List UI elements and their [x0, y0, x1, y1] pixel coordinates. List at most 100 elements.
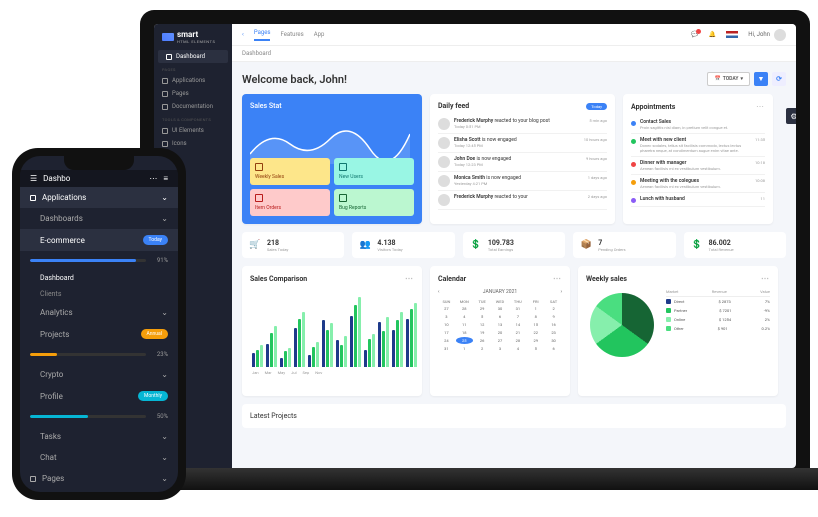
- calendar-day[interactable]: 12: [474, 321, 491, 328]
- sidebar-item[interactable]: Applications: [154, 74, 232, 87]
- sidebar-item[interactable]: UI Elements: [154, 124, 232, 137]
- calendar-day[interactable]: 18: [456, 329, 473, 336]
- calendar-day[interactable]: 28: [456, 305, 473, 312]
- mobile-nav-item[interactable]: Dashboards⌄: [20, 208, 178, 229]
- user-menu[interactable]: Hi, John: [748, 29, 786, 41]
- tab-features[interactable]: Features: [280, 31, 303, 38]
- calendar-day[interactable]: 27: [492, 337, 509, 344]
- calendar-day[interactable]: 6: [545, 345, 562, 352]
- chat-icon[interactable]: 💬: [691, 31, 698, 38]
- calendar-day[interactable]: 4: [456, 313, 473, 320]
- filter-button[interactable]: ▼: [754, 72, 768, 86]
- mobile-nav-subitem[interactable]: Clients: [20, 286, 178, 302]
- calendar-day[interactable]: 15: [527, 321, 544, 328]
- feed-item[interactable]: Monica Smith is now engagedYesterday 4:2…: [438, 172, 607, 191]
- appointment-item[interactable]: Dinner with managerAenean facilisis mi e…: [631, 157, 765, 175]
- appointment-item[interactable]: Contact SalesProin sagittis nisl diam, i…: [631, 116, 765, 134]
- calendar-day[interactable]: 14: [509, 321, 526, 328]
- mobile-nav-item[interactable]: Analytics⌄: [20, 302, 178, 323]
- appointment-item[interactable]: Lunch with husband11: [631, 193, 765, 207]
- calendar-day[interactable]: 4: [509, 345, 526, 352]
- calendar-day[interactable]: 26: [474, 337, 491, 344]
- calendar-day[interactable]: 29: [527, 337, 544, 344]
- mobile-nav-item[interactable]: Applications⌄: [20, 187, 178, 208]
- tab-pages[interactable]: Pages: [254, 29, 271, 41]
- calendar-day[interactable]: 2: [474, 345, 491, 352]
- appointment-item[interactable]: Meet with new clientDonec sodales, tellu…: [631, 134, 765, 157]
- phone-notch: [64, 156, 134, 170]
- mobile-nav-item[interactable]: ProfileMonthly: [20, 385, 178, 407]
- mobile-nav-item[interactable]: Crypto⌄: [20, 364, 178, 385]
- calendar-day[interactable]: 28: [509, 337, 526, 344]
- stat-tile[interactable]: Bug Reports: [334, 189, 414, 216]
- calendar-day[interactable]: 9: [545, 313, 562, 320]
- calendar-day[interactable]: 29: [474, 305, 491, 312]
- mobile-nav-subitem[interactable]: Dashboard: [20, 270, 178, 286]
- sidebar-item[interactable]: Pages: [154, 87, 232, 100]
- calendar-day[interactable]: 19: [474, 329, 491, 336]
- menu-toggle-icon[interactable]: ‹: [242, 31, 244, 38]
- kpi-icon: 📦: [579, 238, 593, 252]
- calendar-day[interactable]: 17: [438, 329, 455, 336]
- mobile-nav-item[interactable]: DocumentationYearly: [20, 489, 178, 492]
- calendar-day[interactable]: 31: [438, 345, 455, 352]
- calendar-day[interactable]: 27: [438, 305, 455, 312]
- calendar-day[interactable]: 7: [509, 313, 526, 320]
- calendar-day[interactable]: 20: [492, 329, 509, 336]
- mobile-nav-item[interactable]: Pages⌄: [20, 468, 178, 489]
- calendar-day[interactable]: 6: [492, 313, 509, 320]
- brand-logo[interactable]: smart HTML ELEMENTS: [154, 30, 232, 50]
- calendar-day[interactable]: 31: [509, 305, 526, 312]
- calendar-day[interactable]: 10: [438, 321, 455, 328]
- cal-next-icon[interactable]: ›: [560, 289, 562, 295]
- flag-icon[interactable]: [726, 31, 738, 38]
- menu-icon[interactable]: ☰: [30, 174, 37, 183]
- appointment-item[interactable]: Meeting with the coleguesAenean facilisi…: [631, 175, 765, 193]
- mobile-nav-item[interactable]: Tasks⌄: [20, 426, 178, 447]
- card-menu-icon[interactable]: ⋯: [405, 274, 414, 283]
- tile-icon: [255, 194, 263, 202]
- stat-tile[interactable]: Weekly Sales: [250, 158, 330, 185]
- calendar-day[interactable]: 30: [545, 337, 562, 344]
- sidebar-item-dashboard[interactable]: Dashboard: [158, 50, 228, 63]
- card-menu-icon[interactable]: ⋯: [761, 274, 770, 283]
- calendar-day[interactable]: 3: [492, 345, 509, 352]
- sidebar-item[interactable]: Documentation: [154, 100, 232, 113]
- date-range-button[interactable]: 📅 TODAY ▾: [707, 72, 750, 86]
- chevron-down-icon: ⌄: [161, 432, 168, 441]
- card-menu-icon[interactable]: ⋯: [553, 274, 562, 283]
- calendar-day[interactable]: 21: [509, 329, 526, 336]
- calendar-day[interactable]: 24: [438, 337, 455, 344]
- feed-item[interactable]: John Doe is now engagedToday 12:23 PM9 h…: [438, 153, 607, 172]
- calendar-day[interactable]: 1: [456, 345, 473, 352]
- calendar-day[interactable]: 11: [456, 321, 473, 328]
- calendar-day[interactable]: 8: [527, 313, 544, 320]
- calendar-day[interactable]: 1: [527, 305, 544, 312]
- mobile-nav-item[interactable]: E-commerceToday: [20, 229, 178, 251]
- cal-prev-icon[interactable]: ‹: [438, 289, 440, 295]
- calendar-day[interactable]: 22: [527, 329, 544, 336]
- calendar-day[interactable]: 30: [492, 305, 509, 312]
- calendar-day[interactable]: 25: [456, 337, 473, 344]
- feed-item[interactable]: Frederick Murphy reacted to your2 days a…: [438, 191, 607, 210]
- stat-tile[interactable]: New Users: [334, 158, 414, 185]
- menu-icon[interactable]: ≡: [163, 174, 168, 183]
- settings-drawer-icon[interactable]: ⚙: [786, 108, 796, 124]
- calendar-day[interactable]: 23: [545, 329, 562, 336]
- calendar-day[interactable]: 13: [492, 321, 509, 328]
- bell-icon[interactable]: 🔔: [709, 31, 716, 38]
- stat-tile[interactable]: Item Orders: [250, 189, 330, 216]
- calendar-day[interactable]: 5: [474, 313, 491, 320]
- card-menu-icon[interactable]: ⋯: [756, 102, 765, 111]
- tab-app[interactable]: App: [314, 31, 325, 38]
- calendar-day[interactable]: 2: [545, 305, 562, 312]
- calendar-day[interactable]: 16: [545, 321, 562, 328]
- feed-item[interactable]: Frederick Murphy reacted to your blog po…: [438, 115, 607, 134]
- mobile-nav-item[interactable]: ProjectsAnnual: [20, 323, 178, 345]
- calendar-day[interactable]: 3: [438, 313, 455, 320]
- more-icon[interactable]: ⋯: [149, 174, 157, 183]
- feed-item[interactable]: Elisha Scott is now engagedToday 12:45 P…: [438, 134, 607, 153]
- refresh-button[interactable]: ⟳: [772, 72, 786, 86]
- calendar-day[interactable]: 5: [527, 345, 544, 352]
- mobile-nav-item[interactable]: Chat⌄: [20, 447, 178, 468]
